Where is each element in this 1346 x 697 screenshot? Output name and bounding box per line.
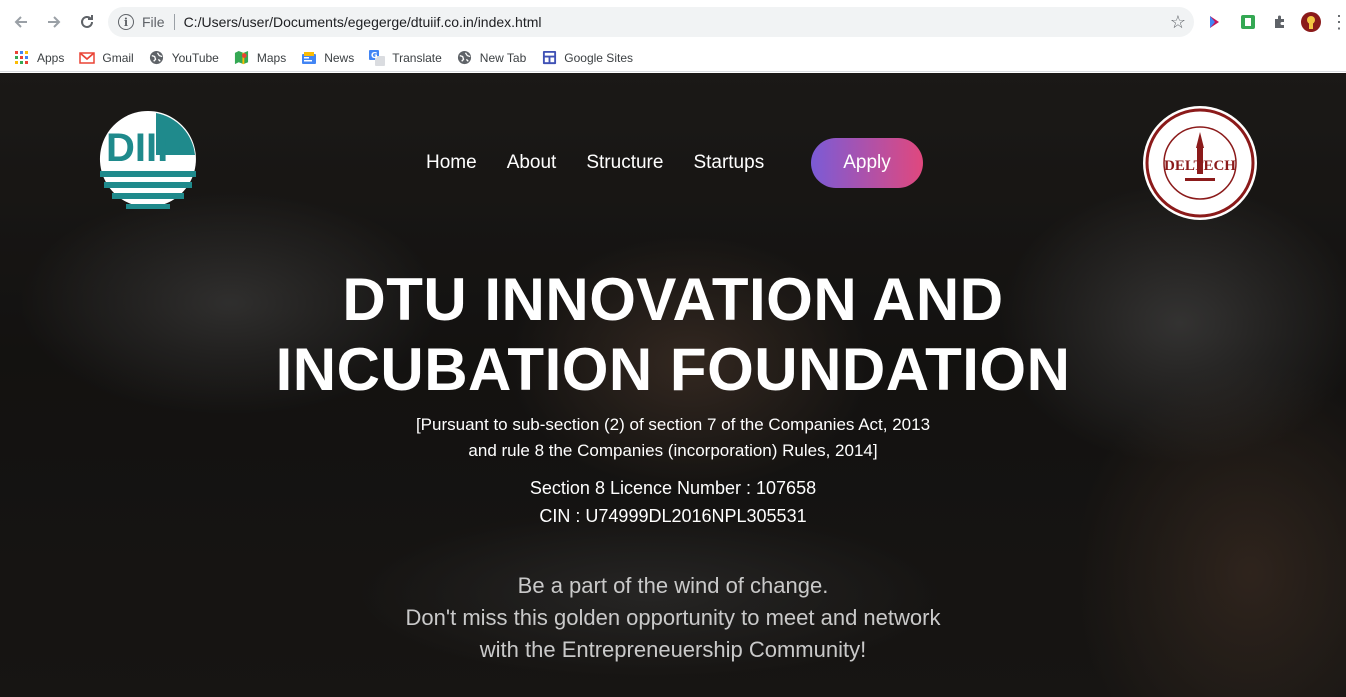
globe-icon: [457, 50, 473, 66]
bookmark-news[interactable]: News: [301, 50, 354, 66]
licence-number: Section 8 Licence Number : 107658: [529, 478, 817, 498]
puzzle-icon: [1275, 15, 1284, 28]
browser-menu-button[interactable]: ⋮: [1328, 11, 1346, 33]
extension-button[interactable]: [1203, 11, 1225, 33]
tagline-line-3: with the Entrepreneuership Community!: [479, 637, 867, 662]
bookmark-maps[interactable]: Maps: [234, 50, 286, 66]
svg-text:G: G: [371, 51, 378, 60]
page-title-line-1: DTU INNOVATION AND: [342, 266, 1004, 333]
file-label: File: [142, 14, 165, 30]
reload-icon: [81, 15, 93, 28]
apps-grid-icon: [14, 50, 30, 66]
translate-icon: G: [369, 49, 386, 66]
pursuant-text-line-2: and rule 8 the Companies (incorporation)…: [468, 441, 878, 460]
back-button[interactable]: [9, 10, 33, 34]
bookmark-label: News: [324, 50, 355, 65]
hero-section: DIIF Home About Structure Startups Apply…: [0, 73, 1346, 697]
bookmark-label: Apps: [37, 50, 65, 65]
green-extension-icon: [1241, 15, 1255, 29]
bookmark-label: New Tab: [479, 50, 527, 65]
bookmark-apps[interactable]: Apps: [14, 50, 64, 66]
cin-number: CIN : U74999DL2016NPL305531: [539, 506, 807, 526]
gmail-icon: [79, 50, 96, 66]
maps-icon: [234, 50, 250, 66]
nav-about[interactable]: About: [507, 152, 557, 174]
page-title-line-2: INCUBATION FOUNDATION: [275, 336, 1071, 403]
extensions-menu-button[interactable]: [1269, 11, 1291, 33]
bookmarks-bar: Apps Gmail YouTube Maps News G Translate: [0, 44, 1346, 72]
reload-button[interactable]: [75, 10, 99, 34]
info-icon[interactable]: i: [118, 14, 134, 30]
browser-toolbar: i File C:/Users/user/Documents/egegerge/…: [0, 0, 1346, 44]
kebab-menu-icon: ⋮: [1330, 11, 1346, 32]
apply-button[interactable]: Apply: [811, 138, 923, 188]
omnibox-divider: [173, 14, 175, 30]
bookmark-label: Maps: [256, 50, 287, 65]
arrow-right-icon: [48, 16, 61, 28]
bookmark-google-sites[interactable]: Google Sites: [541, 50, 633, 66]
bookmark-label: Translate: [392, 50, 442, 65]
address-field[interactable]: i File C:/Users/user/Documents/egegerge/…: [108, 7, 1194, 37]
seal-text: DELTECH: [1164, 158, 1236, 174]
bookmark-label: YouTube: [171, 50, 219, 65]
news-icon: [301, 50, 317, 66]
globe-icon: [149, 50, 165, 66]
bookmark-youtube[interactable]: YouTube: [149, 50, 219, 66]
url-text[interactable]: C:/Users/user/Documents/egegerge/dtuiif.…: [184, 14, 542, 30]
dtu-seal-logo[interactable]: DELTECH: [1141, 104, 1259, 222]
diif-logo[interactable]: DIIF: [98, 109, 198, 215]
play-extension-icon: [1210, 16, 1219, 28]
nav-home[interactable]: Home: [426, 152, 477, 174]
main-nav: Home About Structure Startups: [426, 138, 794, 188]
arrow-left-icon: [14, 16, 27, 28]
bookmark-label: Gmail: [102, 50, 134, 65]
nav-structure[interactable]: Structure: [586, 152, 663, 174]
bookmark-star-icon[interactable]: ☆: [1170, 12, 1186, 33]
forward-button[interactable]: [42, 10, 66, 34]
bookmark-gmail[interactable]: Gmail: [79, 50, 134, 66]
sites-icon: [541, 50, 557, 66]
bookmark-translate[interactable]: G Translate: [369, 49, 442, 66]
logo-text: DIIF: [106, 126, 182, 170]
nav-startups[interactable]: Startups: [693, 152, 764, 174]
bookmark-new-tab[interactable]: New Tab: [457, 50, 526, 66]
extension-button[interactable]: [1237, 11, 1259, 33]
tagline-line-2: Don't miss this golden opportunity to me…: [405, 605, 941, 630]
tagline-line-1: Be a part of the wind of change.: [517, 573, 829, 598]
avatar-icon: [1301, 12, 1321, 32]
pursuant-text-line-1: [Pursuant to sub-section (2) of section …: [415, 415, 931, 434]
profile-avatar[interactable]: [1300, 11, 1322, 33]
bookmark-label: Google Sites: [564, 50, 633, 65]
